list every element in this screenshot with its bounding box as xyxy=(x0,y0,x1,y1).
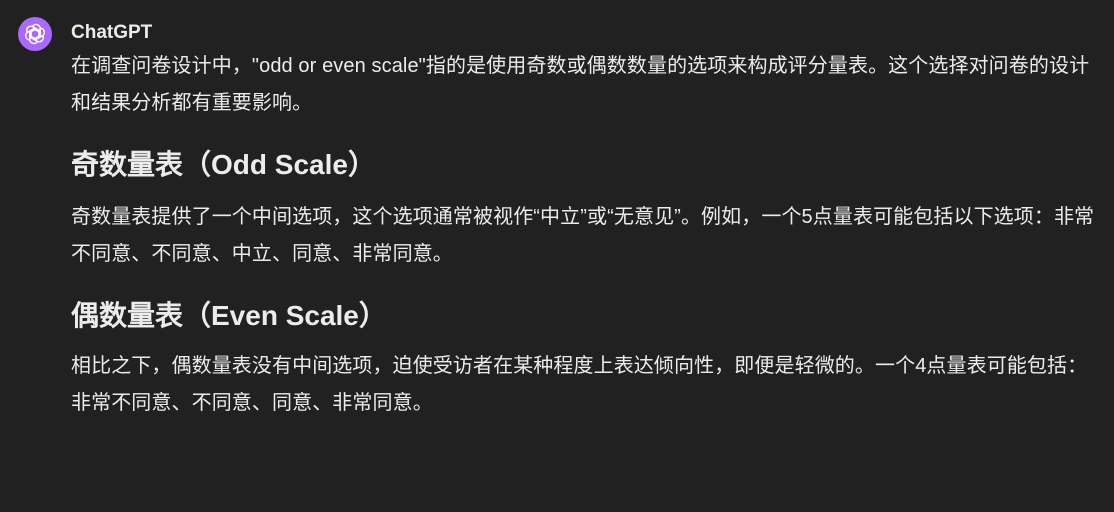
assistant-avatar xyxy=(18,17,52,51)
intro-paragraph: 在调查问卷设计中，"odd or even scale"指的是使用奇数或偶数数量… xyxy=(71,55,1090,114)
odd-scale-heading: 奇数量表（Odd Scale） xyxy=(71,149,376,180)
message-author: ChatGPT xyxy=(71,22,153,43)
message-content: ChatGPT 在调查问卷设计中，"odd or even scale"指的是使… xyxy=(71,18,1106,422)
even-scale-paragraph: 相比之下，偶数量表没有中间选项，迫使受访者在某种程度上表达倾向性，即便是轻微的。… xyxy=(71,355,1088,414)
odd-scale-paragraph: 奇数量表提供了一个中间选项，这个选项通常被视作“中立”或“无意见”。例如，一个5… xyxy=(71,206,1095,265)
even-scale-heading: 偶数量表（Even Scale） xyxy=(71,300,387,331)
openai-logo-icon xyxy=(23,22,47,46)
